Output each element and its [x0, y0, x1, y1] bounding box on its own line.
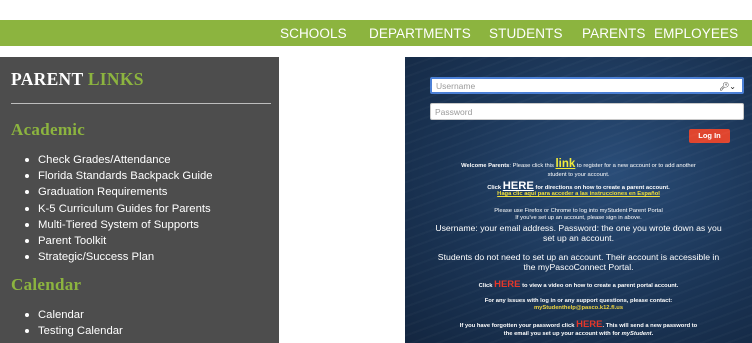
welcome-bold: Welcome Parents — [461, 163, 510, 169]
forgot-pre: If you have forgotten your password clic… — [459, 323, 577, 329]
nav-schools[interactable]: SCHOOLS — [280, 26, 347, 41]
video-click-pre: Click — [478, 283, 495, 289]
welcome-message: Welcome Parents: Please click this link … — [405, 158, 752, 170]
link-curriculum-guides[interactable]: K-5 Curriculum Guides for Parents — [25, 201, 213, 217]
welcome-post: to register for a new account or to add … — [575, 163, 696, 169]
password-field-box — [430, 103, 744, 120]
nav-employees[interactable]: EMPLOYEES — [654, 26, 738, 41]
forgot-line2-end: . — [651, 331, 654, 337]
sidebar-title-main: PARENT — [11, 69, 84, 89]
browser-note-2: If you've set up an account, please sign… — [515, 215, 642, 221]
credentials-note-1: Username: your email address. Password: … — [435, 223, 722, 233]
sidebar-divider — [11, 103, 271, 104]
section-heading-academic: Academic — [11, 120, 86, 139]
parent-links-sidebar: PARENT LINKS Academic Check Grades/Atten… — [0, 57, 279, 343]
register-link[interactable]: link — [555, 158, 575, 170]
forgot-post: . This will send a new password to — [602, 323, 698, 329]
login-button[interactable]: Log In — [689, 129, 730, 143]
nav-departments[interactable]: DEPARTMENTS — [369, 26, 471, 41]
username-field-box: 🔑︎⌄ — [430, 77, 744, 94]
video-post: to view a video on how to create a paren… — [520, 283, 679, 289]
forgot-line2-pre: the email you set up your account with f… — [503, 331, 622, 337]
credentials-note-2: set up an account. — [543, 233, 614, 243]
link-backpack-guide[interactable]: Florida Standards Backpack Guide — [25, 168, 213, 184]
link-calendar[interactable]: Calendar — [25, 307, 123, 323]
password-input[interactable] — [435, 104, 715, 119]
forgot-line2-brand: myStudent — [621, 331, 652, 337]
header-strip — [0, 0, 752, 20]
main-nav: SCHOOLS DEPARTMENTS STUDENTS PARENTS EMP… — [0, 20, 752, 46]
section-heading-calendar: Calendar — [11, 275, 82, 294]
support-email-link[interactable]: myStudenthelp@pasco.k12.fl.us — [405, 305, 752, 312]
district-logo[interactable] — [36, 0, 88, 8]
link-mtss[interactable]: Multi-Tiered System of Supports — [25, 217, 213, 233]
welcome-line2: student to your account. — [547, 172, 610, 178]
calendar-links: Calendar Testing Calendar — [25, 307, 123, 339]
nav-students[interactable]: STUDENTS — [489, 26, 563, 41]
forgot-password-here-link[interactable]: HERE — [576, 319, 602, 330]
nav-parents[interactable]: PARENTS — [582, 26, 645, 41]
sidebar-title-accent: LINKS — [87, 69, 144, 89]
forgot-password-line: If you have forgotten your password clic… — [405, 319, 752, 330]
students-note-1: Students do not need to set up an accoun… — [437, 252, 720, 262]
video-here-link[interactable]: HERE — [494, 279, 520, 290]
welcome-pre: : Please click this — [509, 163, 556, 169]
link-graduation-requirements[interactable]: Graduation Requirements — [25, 184, 213, 200]
video-line: Click HERE to view a video on how to cre… — [405, 279, 752, 290]
link-check-grades[interactable]: Check Grades/Attendance — [25, 152, 213, 168]
spanish-instructions-link[interactable]: Haga clic aquí para acceder a las instru… — [405, 191, 752, 198]
username-input[interactable] — [436, 79, 716, 92]
link-testing-calendar[interactable]: Testing Calendar — [25, 323, 123, 339]
students-note-2: the myPascoConnect Portal. — [523, 262, 634, 272]
key-icon[interactable]: 🔑︎⌄ — [719, 81, 736, 92]
sidebar-title: PARENT LINKS — [11, 69, 144, 90]
forgot-password-line2: the email you set up your account with f… — [405, 331, 752, 338]
page: SCHOOLS DEPARTMENTS STUDENTS PARENTS EMP… — [0, 0, 752, 343]
link-parent-toolkit[interactable]: Parent Toolkit — [25, 233, 213, 249]
academic-links: Check Grades/Attendance Florida Standard… — [25, 152, 213, 265]
parent-portal-login: 🔑︎⌄ Log In Welcome Parents: Please click… — [405, 57, 752, 343]
link-strategic-plan[interactable]: Strategic/Success Plan — [25, 249, 213, 265]
